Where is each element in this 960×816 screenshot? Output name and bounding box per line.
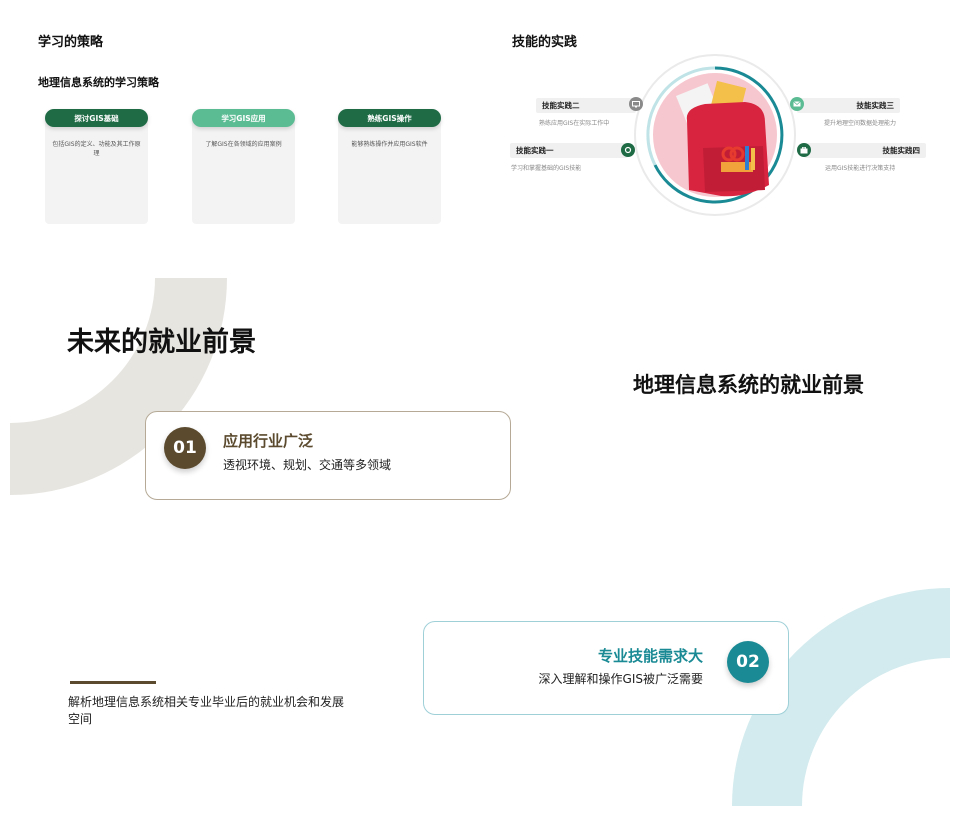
description-divider (70, 681, 156, 684)
mail-icon (790, 97, 804, 111)
strategy-pill-2: 学习GIS应用 (192, 109, 295, 127)
point-2-heading: 专业技能需求大 (597, 647, 703, 665)
monitor-icon (629, 97, 643, 111)
strategy-pill-3: 熟练GIS操作 (338, 109, 441, 127)
skill-4-label: 技能实践四 (882, 146, 921, 155)
point-2-text: 深入理解和操作GIS被广泛需要 (538, 672, 703, 686)
skills-section-title: 技能的实践 (512, 35, 578, 50)
skill-4-desc: 运用GIS技能进行决策支持 (825, 165, 896, 172)
strategy-desc-2: 了解GIS在各领域的应用案例 (205, 141, 282, 148)
point-2-number: 02 (727, 641, 769, 683)
skill-3-label: 技能实践三 (856, 101, 895, 110)
point-1-heading: 应用行业广泛 (223, 432, 314, 450)
point-1-text: 透视环境、规划、交通等多领域 (223, 458, 392, 472)
location-pin-icon (621, 143, 635, 157)
strategy-card-1 (45, 112, 148, 224)
skill-3-desc: 提升地理空间数据处理能力 (824, 120, 897, 127)
future-title: 未来的就业前景 (67, 327, 256, 358)
learning-section-subtitle: 地理信息系统的学习策略 (38, 76, 159, 89)
backpack-illustration (634, 54, 796, 216)
skill-2-desc: 熟练应用GIS在实际工作中 (539, 120, 610, 127)
strategy-card-2 (192, 112, 295, 224)
skill-2-bar: 技能实践二 (536, 98, 636, 113)
skill-1-desc: 学习和掌握基础的GIS技能 (511, 165, 582, 172)
strategy-card-3 (338, 112, 441, 224)
point-1-number: 01 (164, 427, 206, 469)
skill-3-bar: 技能实践三 (797, 98, 900, 113)
briefcase-icon (797, 143, 811, 157)
skill-1-bar: 技能实践一 (510, 143, 628, 158)
strategy-pill-1: 探讨GIS基础 (45, 109, 148, 127)
learning-section-title: 学习的策略 (38, 35, 104, 50)
skill-2-label: 技能实践二 (542, 101, 580, 110)
skill-4-bar: 技能实践四 (804, 143, 926, 158)
future-description: 解析地理信息系统相关专业毕业后的就业机会和发展空间 (68, 695, 345, 726)
strategy-desc-1: 包括GIS的定义、功能及其工作原理 (52, 141, 141, 157)
skill-1-label: 技能实践一 (516, 146, 554, 155)
future-subtitle: 地理信息系统的就业前景 (633, 373, 864, 397)
strategy-desc-3: 能够熟练操作并应用GIS软件 (351, 141, 428, 148)
